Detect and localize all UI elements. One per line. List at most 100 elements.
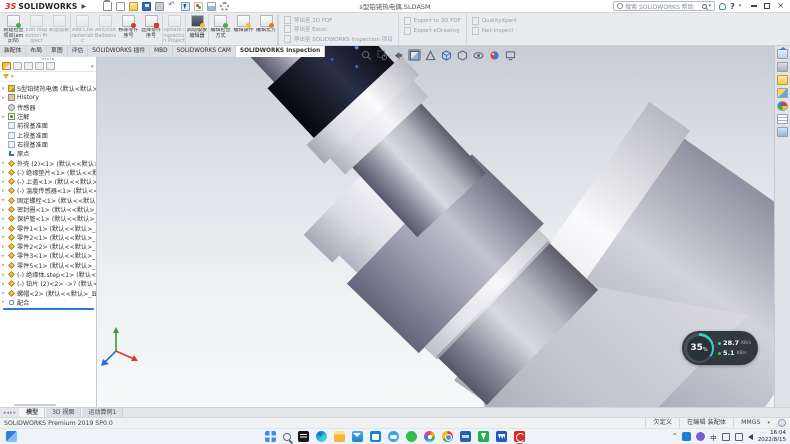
tree-row[interactable]: 传感器: [1, 103, 96, 112]
expand-arrow-icon[interactable]: ▸: [2, 169, 6, 175]
ribbon-button[interactable]: Update Inspection Project: [163, 14, 186, 45]
view-tool-button[interactable]: [504, 49, 517, 61]
tree-row[interactable]: ▸ (-) 温度传感器<1> (默认<<默认>_: [1, 186, 96, 195]
task-pane-tab[interactable]: [777, 88, 788, 98]
ribbon-button[interactable]: 编辑宏方: [255, 14, 278, 45]
taskbar-app-icon[interactable]: [298, 431, 309, 442]
tree-row[interactable]: ▸ (-) 绝缘垫片<1> (默认<<默认>_显: [1, 168, 96, 177]
expand-arrow-icon[interactable]: ▸: [2, 299, 6, 305]
3d-viewport[interactable]: 35 % 28.7 KB/s 5.1 KB/s: [97, 46, 790, 407]
ribbon-button[interactable]: 新建模板: [48, 14, 71, 45]
filter-icon[interactable]: [3, 74, 9, 79]
ribbon-button[interactable]: 新建检查项目(amp;N): [2, 14, 25, 45]
tray-expand-icon[interactable]: ^: [672, 433, 677, 440]
ribbon-button[interactable]: 启动模板编辑器: [186, 14, 209, 45]
task-pane-tab[interactable]: [777, 62, 788, 72]
ribbon-tab[interactable]: MBD: [150, 46, 172, 57]
feature-tree-tab[interactable]: [2, 62, 11, 70]
expand-arrow-icon[interactable]: ▸: [2, 262, 6, 268]
tray-monitor-icon[interactable]: [735, 433, 743, 441]
expand-arrow-icon[interactable]: ▸: [2, 114, 6, 120]
volume-icon[interactable]: [748, 434, 753, 440]
view-tool-button[interactable]: [456, 49, 469, 61]
dimxpert-tab[interactable]: [35, 62, 44, 70]
expand-arrow-icon[interactable]: ▾: [2, 86, 6, 92]
taskbar-clock[interactable]: 16:04 2022/8/15: [758, 430, 786, 444]
ribbon-button[interactable]: 移除零件序号: [117, 14, 140, 45]
tray-app-icon[interactable]: [696, 432, 705, 441]
export-menu-item[interactable]: 导出至 2D PDF: [284, 16, 393, 24]
tree-row[interactable]: ▸ 零件2<1> (默认<<默认>_显示状态: [1, 233, 96, 242]
expand-arrow-icon[interactable]: ▸: [2, 253, 6, 259]
tree-row[interactable]: ▸ (-) 绝缘体.step<1> (默认<<默认>: [1, 270, 96, 279]
tree-root-row[interactable]: ▾ S型铂铑热电偶 (默认<默认>_显示状态-1: [1, 84, 96, 93]
expand-arrow-icon[interactable]: ▸: [2, 290, 6, 296]
tree-row[interactable]: ▸ 零件5<1> (默认<<默认>_显示状态: [1, 261, 96, 270]
search-input[interactable]: 搜索 SOLIDWORKS 帮助 ▾: [613, 1, 715, 11]
ribbon-button[interactable]: 编辑操作: [232, 14, 255, 45]
tree-row[interactable]: ▸ 零件1<1> (默认<<默认>_显示状态: [1, 223, 96, 232]
service-menu-item[interactable]: Net-Inspect: [472, 26, 517, 35]
login-icon[interactable]: [719, 3, 726, 10]
ribbon-button[interactable]: Add Characteristic: [71, 14, 94, 45]
status-item[interactable]: MMGS: [733, 418, 767, 428]
document-tab[interactable]: 模型: [19, 408, 45, 417]
ribbon-button[interactable]: Edit Inspection Project: [25, 14, 48, 45]
ribbon-tab[interactable]: SOLIDWORKS CAM: [173, 46, 236, 57]
taskbar-app-icon[interactable]: [388, 431, 399, 442]
tree-row[interactable]: ▸ 外壳 (2)<1> (默认<<默认>_显示状: [1, 158, 96, 167]
property-manager-tab[interactable]: [13, 62, 22, 70]
widgets-icon[interactable]: [6, 431, 17, 442]
task-pane-tab[interactable]: [777, 114, 788, 124]
tree-row[interactable]: ▸ History: [1, 93, 96, 102]
tray-grid-icon[interactable]: [722, 433, 730, 441]
tree-row[interactable]: 上视基准面: [1, 130, 96, 139]
tree-row[interactable]: ▸ 固定螺栓<1> (默认<<默认>_显示: [1, 196, 96, 205]
units-caret-icon[interactable]: ▾: [767, 420, 770, 426]
menu-expand-arrow[interactable]: ▶: [82, 3, 87, 10]
ribbon-tab[interactable]: 布局: [26, 46, 47, 57]
taskbar-app-icon[interactable]: [316, 431, 327, 442]
view-tool-button[interactable]: [488, 49, 501, 61]
view-tool-button[interactable]: [360, 49, 373, 61]
taskbar-app-icon[interactable]: [496, 431, 507, 442]
restore-button[interactable]: [764, 3, 770, 9]
expand-arrow-icon[interactable]: ▸: [2, 225, 6, 231]
tree-row[interactable]: ▸ 配合: [1, 298, 96, 307]
ribbon-button[interactable]: Add/Edit Balloons: [94, 14, 117, 45]
document-tab[interactable]: 3D 视图: [45, 408, 81, 417]
filter-caret-icon[interactable]: ▾: [11, 74, 14, 80]
ribbon-tab[interactable]: SOLIDWORKS 插件: [88, 46, 150, 57]
tree-row[interactable]: ▸ 注解: [1, 112, 96, 121]
view-tool-button[interactable]: [392, 49, 405, 61]
display-manager-tab[interactable]: [46, 62, 55, 70]
expand-arrow-icon[interactable]: ▸: [2, 179, 6, 185]
rollback-bar[interactable]: [3, 308, 94, 310]
document-tab[interactable]: 运动算例1: [81, 408, 123, 417]
search-icon[interactable]: [702, 4, 707, 9]
tree-row[interactable]: 原点: [1, 149, 96, 158]
ribbon-button[interactable]: 编辑检查方式: [209, 14, 232, 45]
tree-row[interactable]: ▸ 密封圈<1> (默认<<默认>_显示状: [1, 205, 96, 214]
expand-arrow-icon[interactable]: ▸: [2, 272, 6, 278]
export-menu-item[interactable]: Export eDrawing: [404, 26, 461, 35]
taskbar-app-icon[interactable]: [352, 431, 363, 442]
expand-arrow-icon[interactable]: ▸: [2, 207, 6, 213]
expand-arrow-icon[interactable]: ▸: [2, 281, 6, 287]
task-pane-tab[interactable]: [777, 49, 788, 59]
tree-row[interactable]: 右视基准面: [1, 140, 96, 149]
expand-arrow-icon[interactable]: ▸: [2, 188, 6, 194]
ribbon-tab[interactable]: 评估: [68, 46, 89, 57]
status-item[interactable]: 在编辑 装配体: [679, 418, 733, 428]
onedrive-icon[interactable]: [682, 432, 691, 441]
export-menu-item[interactable]: 导出至 SOLIDWORKS Inspection 项目: [284, 35, 393, 43]
tree-row[interactable]: ▸ 零件2<2> (默认<<默认>_显示状态: [1, 242, 96, 251]
help-button[interactable]: ?: [730, 2, 735, 11]
view-tool-button[interactable]: [424, 49, 437, 61]
tree-row[interactable]: ▸ 螺帽<2> (默认<<默认>_显示状态: [1, 289, 96, 298]
panel-tab-overflow-icon[interactable]: »: [90, 63, 94, 70]
search-caret-icon[interactable]: ▾: [709, 3, 712, 9]
view-tool-button[interactable]: [408, 49, 421, 61]
taskbar-app-icon[interactable]: [283, 433, 291, 441]
service-menu-item[interactable]: QualityXpert: [472, 16, 517, 25]
